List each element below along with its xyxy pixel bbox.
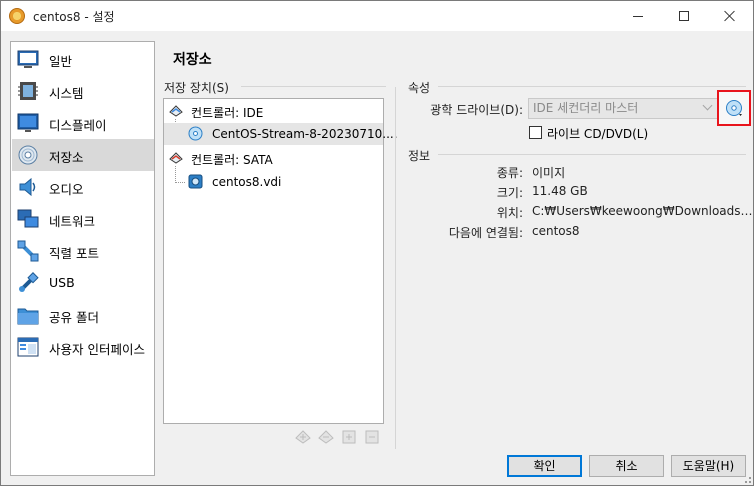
sidebar-item-general[interactable]: 일반: [12, 43, 154, 75]
sidebar-item-label: 저장소: [49, 150, 84, 165]
info-attached-to-value: centos8: [532, 224, 580, 238]
shared-folder-icon: [17, 308, 39, 325]
hard-disk-icon: [188, 174, 203, 189]
minimize-icon: [633, 15, 643, 17]
resize-grip-icon[interactable]: [741, 473, 751, 483]
sidebar-item-usb[interactable]: USB: [12, 267, 154, 299]
info-size-value: 11.48 GB: [532, 184, 588, 198]
attributes-label: 속성: [408, 81, 431, 95]
maximize-icon: [679, 11, 689, 21]
optical-disk-icon: [188, 126, 203, 141]
sidebar-item-storage[interactable]: 저장소: [12, 139, 154, 171]
general-icon: [17, 50, 39, 68]
maximize-button[interactable]: [661, 1, 707, 31]
divider: [438, 86, 746, 87]
add-controller-icon: [295, 430, 311, 444]
sidebar-item-label: 일반: [49, 54, 73, 69]
remove-attachment-button[interactable]: [364, 429, 380, 445]
storage-devices-label: 저장 장치(S): [164, 81, 229, 95]
sidebar-item-shared-folder[interactable]: 공유 폴더: [12, 299, 154, 331]
controller-icon: [169, 105, 183, 117]
sidebar-item-system[interactable]: 시스템: [12, 75, 154, 107]
sidebar-item-label: 공유 폴더: [49, 310, 99, 325]
info-attached-to-label: 다음에 연결됨:: [448, 226, 523, 240]
usb-icon: [19, 272, 39, 292]
page-title: 저장소: [173, 52, 212, 68]
info-location-label: 위치:: [496, 206, 523, 220]
cancel-button[interactable]: 취소: [589, 455, 664, 477]
help-button[interactable]: 도움말(H): [671, 455, 746, 477]
choose-disk-button[interactable]: [717, 90, 751, 126]
optical-drive-select[interactable]: IDE 세컨더리 마스터: [528, 98, 718, 119]
info-label: 정보: [408, 149, 431, 163]
ok-button[interactable]: 확인: [507, 455, 582, 477]
settings-sidebar: 일반 시스템 디스플레이 저장소 오디오 네트워크 직렬 포트 USB 공유 폴…: [10, 41, 155, 476]
network-icon: [17, 209, 39, 228]
serial-port-icon: [17, 240, 39, 262]
info-type-value: 이미지: [532, 166, 566, 180]
optical-drive-value: IDE 세컨더리 마스터: [533, 101, 639, 115]
divider: [241, 86, 386, 87]
sidebar-item-serial-port[interactable]: 직렬 포트: [12, 235, 154, 267]
remove-controller-button[interactable]: [318, 429, 334, 445]
sidebar-item-label: 시스템: [49, 86, 84, 101]
audio-icon: [19, 177, 36, 197]
storage-icon: [18, 145, 38, 165]
sidebar-item-network[interactable]: 네트워크: [12, 203, 154, 235]
live-cd-checkbox[interactable]: [529, 126, 542, 139]
sidebar-item-user-interface[interactable]: 사용자 인터페이스: [12, 331, 154, 363]
minimize-button[interactable]: [615, 1, 661, 31]
sidebar-item-label: USB: [49, 275, 75, 290]
info-location-value: C:₩Users₩keewoong₩Downloads…: [532, 204, 753, 218]
controller-icon: [169, 152, 183, 164]
panel-splitter[interactable]: [395, 87, 396, 449]
display-icon: [17, 113, 39, 132]
optical-drive-label: 광학 드라이브(D):: [430, 103, 523, 117]
sidebar-item-label: 네트워크: [49, 214, 96, 229]
sidebar-item-label: 디스플레이: [49, 118, 107, 133]
system-icon: [18, 82, 38, 100]
tree-item-ide-controller[interactable]: 컨트롤러: IDE: [164, 100, 383, 122]
tree-item-label: 컨트롤러: IDE: [191, 106, 264, 120]
add-attachment-icon: [342, 430, 356, 444]
sidebar-item-label: 오디오: [49, 182, 84, 197]
virtualbox-app-icon: [9, 8, 25, 24]
storage-tree[interactable]: 컨트롤러: IDE CentOS-Stream-8-20230710.... 컨…: [163, 98, 398, 424]
add-controller-button[interactable]: [295, 429, 311, 445]
close-icon: [724, 10, 736, 22]
sidebar-item-audio[interactable]: 오디오: [12, 171, 154, 203]
tree-item-hard-disk[interactable]: centos8.vdi: [164, 171, 383, 193]
sidebar-item-label: 사용자 인터페이스: [49, 342, 145, 357]
tree-item-label: CentOS-Stream-8-20230710....: [212, 127, 398, 141]
title-bar: centos8 - 설정: [1, 1, 753, 31]
settings-window: centos8 - 설정 일반 시스템 디스플레이 저장소 오디오 네트워크 직…: [0, 0, 754, 486]
info-size-label: 크기:: [496, 186, 523, 200]
divider: [438, 154, 746, 155]
user-interface-icon: [17, 337, 39, 357]
window-title: centos8 - 설정: [33, 10, 115, 24]
add-attachment-button[interactable]: [341, 429, 357, 445]
optical-disk-menu-icon: [726, 100, 742, 116]
sidebar-item-display[interactable]: 디스플레이: [12, 107, 154, 139]
remove-controller-icon: [318, 430, 334, 444]
live-cd-label[interactable]: 라이브 CD/DVD(L): [547, 125, 648, 142]
sidebar-item-label: 직렬 포트: [49, 246, 99, 261]
tree-item-sata-controller[interactable]: 컨트롤러: SATA: [164, 147, 383, 169]
info-type-label: 종류:: [496, 166, 523, 180]
tree-item-label: 컨트롤러: SATA: [191, 153, 273, 167]
tree-item-optical-disk[interactable]: CentOS-Stream-8-20230710....: [164, 123, 398, 145]
chevron-down-icon: [702, 100, 713, 111]
remove-attachment-icon: [365, 430, 379, 444]
tree-item-label: centos8.vdi: [212, 175, 282, 189]
close-button[interactable]: [707, 1, 753, 31]
